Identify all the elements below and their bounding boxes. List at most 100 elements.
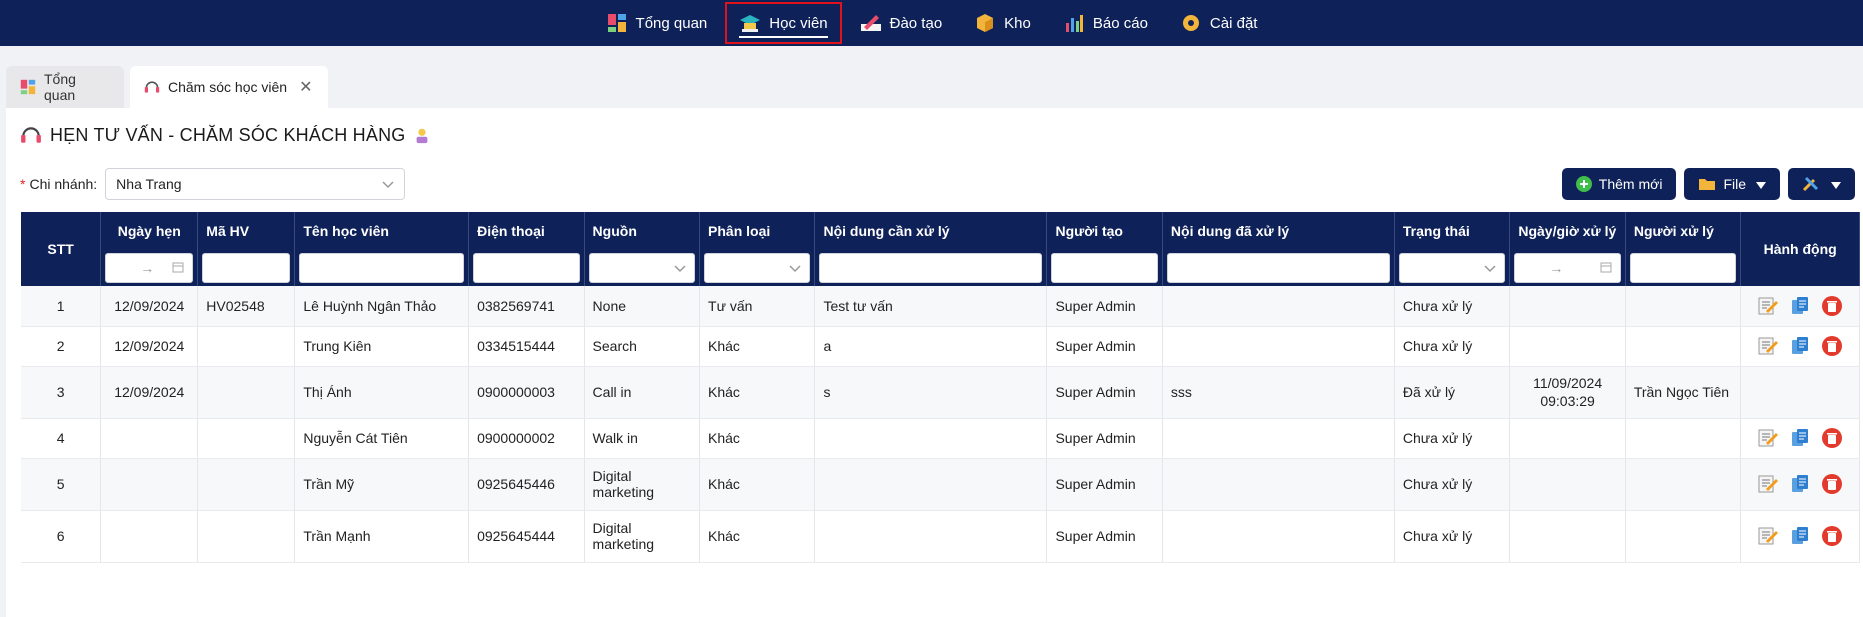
cell-phan-loai: Khác <box>699 418 816 459</box>
phan-loai-filter-select[interactable] <box>704 253 811 283</box>
col-header-hanh-dong: Hành động <box>1740 212 1860 286</box>
support-agent-icon <box>413 126 431 144</box>
col-header-phan-loai: Phân loại <box>699 212 816 250</box>
cell-nguon: Digital marketing <box>584 510 701 563</box>
cell-ngay-gio-xu-ly <box>1509 418 1626 459</box>
cell-noi-dung-can-xu-ly: s <box>814 366 1048 419</box>
headset-icon <box>20 124 42 146</box>
main-content: HẸN TƯ VẤN - CHĂM SÓC KHÁCH HÀNG * Chi n… <box>6 108 1863 617</box>
calendar-icon <box>172 260 184 276</box>
nav-item-tong-quan[interactable]: Tổng quan <box>590 0 724 46</box>
table-row[interactable]: 1 12/09/2024 HV02548 Lê Huỳnh Ngân Thảo 0382… <box>21 286 1860 327</box>
trang-thai-filter-select[interactable] <box>1398 253 1506 283</box>
nav-item-label: Báo cáo <box>1092 14 1148 32</box>
table-row[interactable]: 2 12/09/2024 Trung Kiên 0334515444 Search Khá… <box>21 326 1860 367</box>
cell-actions <box>1740 418 1860 459</box>
nguoi-tao-filter[interactable] <box>1051 253 1158 283</box>
cell-nguoi-xu-ly <box>1625 326 1742 367</box>
edit-icon[interactable] <box>1756 334 1780 358</box>
nguon-filter-select[interactable] <box>588 253 696 283</box>
nguoi-xu-ly-filter[interactable] <box>1629 253 1737 283</box>
cell-actions <box>1740 458 1860 511</box>
cell-nguoi-tao: Super Admin <box>1046 326 1163 367</box>
cell-noi-dung-da-xu-ly <box>1162 458 1395 511</box>
row-actions <box>1749 294 1851 318</box>
close-icon[interactable]: ✕ <box>299 77 312 97</box>
tools-icon <box>1802 175 1820 193</box>
col-header-ten-hoc-vien: Tên học viên <box>294 212 470 250</box>
cell-nguoi-xu-ly <box>1625 510 1742 563</box>
nav-item-dao-tao[interactable]: Đào tạo <box>844 0 959 46</box>
col-header-stt: STT <box>21 212 102 286</box>
delete-icon[interactable] <box>1820 524 1844 548</box>
headset-icon <box>144 79 160 95</box>
col-header-ma-hv: Mã HV <box>197 212 296 250</box>
row-actions <box>1749 334 1851 358</box>
copy-icon[interactable] <box>1788 524 1812 548</box>
cell-nguon: Call in <box>584 366 701 419</box>
noi-dung-can-xu-ly-filter[interactable] <box>819 253 1043 283</box>
table-row[interactable]: 4 Nguyễn Cát Tiên 0900000002 Walk in Khác Sup… <box>21 418 1860 459</box>
copy-icon[interactable] <box>1788 334 1812 358</box>
table-row[interactable]: 6 Trần Mạnh 0925645444 Digital marketing Khá… <box>21 510 1860 563</box>
cell-dien-thoai: 0900000003 <box>468 366 585 419</box>
cell-ngay-hen: 12/09/2024 <box>100 286 199 327</box>
add-new-button[interactable]: Thêm mới <box>1561 168 1677 200</box>
delete-icon[interactable] <box>1820 334 1844 358</box>
edit-icon[interactable] <box>1756 294 1780 318</box>
branch-select-value: Nha Trang <box>116 176 182 192</box>
copy-icon[interactable] <box>1788 472 1812 496</box>
cell-ngay-hen: 12/09/2024 <box>100 366 199 419</box>
cell-nguoi-tao: Super Admin <box>1046 418 1163 459</box>
cell-ma-hv: HV02548 <box>197 286 296 327</box>
top-navigation-bar: Tổng quan Học viên Đào tạo Kho Báo cáo C… <box>0 0 1863 46</box>
cell-stt: 3 <box>21 366 102 419</box>
col-header-trang-thai: Trạng thái <box>1394 212 1511 250</box>
delete-icon[interactable] <box>1820 472 1844 496</box>
edit-icon[interactable] <box>1756 472 1780 496</box>
caret-down-icon <box>1831 176 1841 192</box>
cell-ngay-gio-xu-ly <box>1509 286 1626 327</box>
arrow-right-icon: → <box>1549 260 1564 276</box>
cell-ma-hv <box>197 418 296 459</box>
cell-actions <box>1740 286 1860 327</box>
tab-cham-soc-hoc-vien[interactable]: Chăm sóc học viên ✕ <box>130 66 328 108</box>
delete-icon[interactable] <box>1820 294 1844 318</box>
graduation-cap-icon <box>739 12 761 34</box>
dien-thoai-filter[interactable] <box>473 253 580 283</box>
col-header-nguoi-xu-ly: Người xử lý <box>1625 212 1742 250</box>
cell-trang-thai: Chưa xử lý <box>1394 418 1511 459</box>
tools-menu-button[interactable] <box>1788 168 1855 200</box>
nav-item-label: Học viên <box>769 14 828 32</box>
table-row[interactable]: 5 Trần Mỹ 0925645446 Digital marketing Khác S… <box>21 458 1860 511</box>
tab-tong-quan[interactable]: Tổng quan <box>6 66 124 108</box>
cell-trang-thai: Đã xử lý <box>1394 366 1511 419</box>
data-table: STT Ngày hẹn Mã HV Tên học viên Điện tho… <box>21 212 1860 563</box>
nav-item-hoc-vien[interactable]: Học viên <box>723 0 843 46</box>
table-row[interactable]: 3 12/09/2024 Thị Ánh 0900000003 Call in Khác s… <box>21 366 1860 419</box>
nav-item-kho[interactable]: Kho <box>958 0 1047 46</box>
edit-icon[interactable] <box>1756 426 1780 450</box>
ma-hv-filter[interactable] <box>202 253 291 283</box>
gear-icon <box>1180 12 1202 34</box>
tab-label: Tổng quan <box>44 71 76 103</box>
branch-select[interactable]: Nha Trang <box>105 168 406 200</box>
cell-nguoi-tao: Super Admin <box>1046 510 1163 563</box>
cell-stt: 6 <box>21 510 102 563</box>
delete-icon[interactable] <box>1820 426 1844 450</box>
ten-hoc-vien-filter[interactable] <box>299 253 465 283</box>
file-menu-button[interactable]: File <box>1684 168 1780 200</box>
dashboard-icon <box>20 79 36 95</box>
date-range-filter[interactable]: → <box>105 253 194 283</box>
nav-item-cai-dat[interactable]: Cài đặt <box>1164 0 1274 46</box>
ngay-gio-xu-ly-filter[interactable]: → <box>1514 253 1621 283</box>
cell-actions <box>1740 326 1860 367</box>
copy-icon[interactable] <box>1788 294 1812 318</box>
copy-icon[interactable] <box>1788 426 1812 450</box>
nav-item-bao-cao[interactable]: Báo cáo <box>1047 0 1164 46</box>
noi-dung-da-xu-ly-filter[interactable] <box>1166 253 1390 283</box>
edit-icon[interactable] <box>1756 524 1780 548</box>
cell-nguon: Digital marketing <box>584 458 701 511</box>
cell-dien-thoai: 0382569741 <box>468 286 585 327</box>
chevron-down-icon <box>382 176 394 192</box>
